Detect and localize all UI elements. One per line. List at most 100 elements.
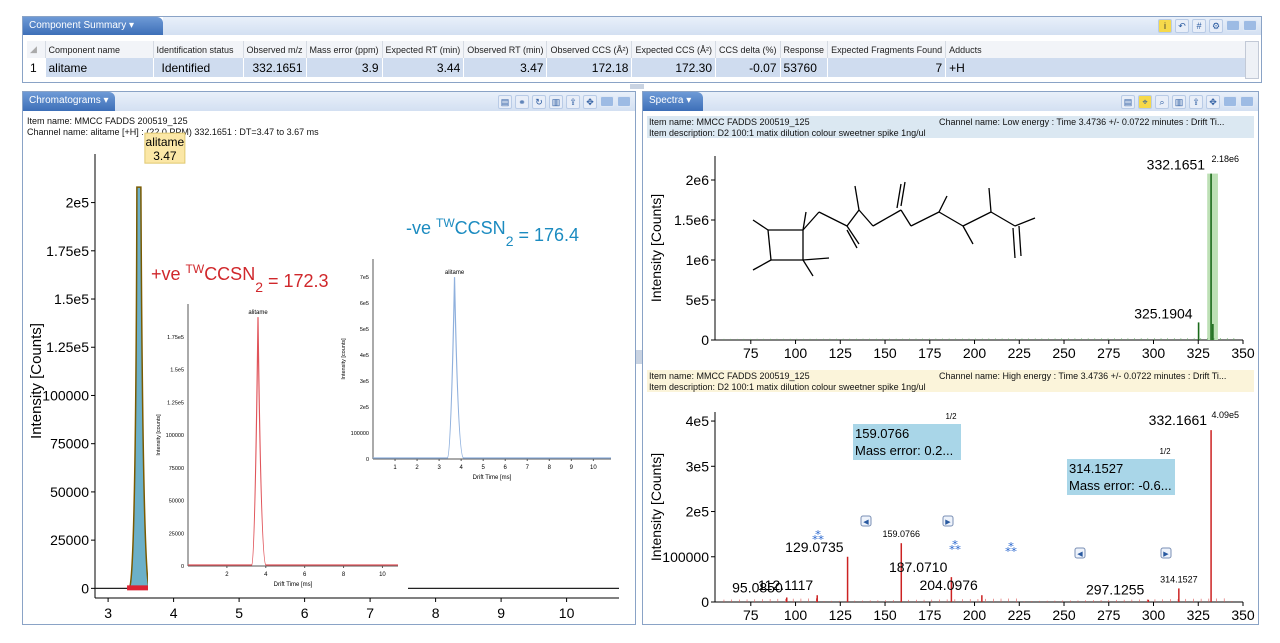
column-header[interactable]: Observed RT (min) — [463, 41, 548, 58]
bond — [846, 209, 860, 227]
component-summary-menu[interactable]: Component Summary ▾ — [29, 17, 134, 35]
column-header[interactable]: Expected RT (min) — [382, 41, 465, 58]
pane-splitter-handle[interactable] — [636, 350, 642, 364]
bond — [1014, 217, 1036, 227]
y-tick-label: 0 — [701, 332, 709, 348]
x-tick-label: 300 — [1142, 607, 1166, 623]
x-tick-label: 75 — [743, 345, 759, 361]
column-header[interactable]: Expected Fragments Found — [827, 41, 947, 58]
column-header[interactable]: Observed m/z — [243, 41, 307, 58]
column-header[interactable]: Adducts — [945, 41, 1247, 58]
maximize-button[interactable] — [1243, 20, 1257, 31]
cell-adducts: +H — [945, 58, 1247, 77]
bond — [962, 211, 992, 227]
bond — [802, 259, 814, 277]
fragment-mz: 314.1527 — [1069, 461, 1123, 476]
column-header[interactable]: Response — [780, 41, 829, 58]
bond — [1018, 225, 1022, 257]
zoom-icon[interactable]: ⌕ — [1155, 95, 1169, 109]
inset-x-tick-label: 10 — [379, 572, 386, 578]
column-header[interactable]: Mass error (ppm) — [306, 41, 383, 58]
y-tick-label: 50000 — [50, 484, 89, 500]
bond — [872, 209, 902, 227]
x-tick-label: 125 — [829, 607, 853, 623]
inset-x-tick-label: 10 — [590, 465, 597, 471]
column-header[interactable]: Component name — [45, 41, 154, 58]
inset-y-tick-label: 0 — [366, 457, 369, 463]
bond — [900, 181, 906, 207]
peak-label: 314.1527 — [1160, 574, 1198, 584]
hash-icon[interactable]: # — [1192, 19, 1206, 33]
integration-bar — [127, 585, 149, 591]
bond — [752, 219, 769, 231]
label-part: -ve — [406, 218, 436, 238]
spectra-pane: Spectra ▾ ▤ ⌖ ⌕ ▥ ⇪ ✥ Item name: MMCC FA… — [642, 91, 1259, 625]
component-summary-pane: Component Summary ▾ i ↶ # ⚙ ◢ Component n… — [22, 16, 1262, 83]
cell-name: alitame — [45, 58, 154, 77]
fragment-structure-icon: ⁂ — [949, 539, 961, 553]
column-header[interactable]: Observed CCS (Å²) — [546, 41, 633, 58]
max-intensity-label: 4.09e5 — [1211, 410, 1239, 420]
label-part: 2 — [506, 233, 514, 249]
move-icon[interactable]: ✥ — [583, 95, 597, 109]
cell-exp-ccs: 172.30 — [631, 58, 717, 77]
x-tick-label: 6 — [301, 605, 309, 621]
print-icon[interactable]: ▤ — [1121, 95, 1135, 109]
info-icon[interactable]: i — [1158, 19, 1172, 33]
inset-y-tick-label: 50000 — [169, 499, 184, 505]
minimize-button[interactable] — [1226, 20, 1240, 31]
maximize-button[interactable] — [617, 96, 631, 107]
y-tick-label: 1.5e6 — [674, 212, 709, 228]
pane-splitter-handle-top[interactable] — [630, 84, 644, 89]
chromatograms-titlebar: Chromatograms ▾ — [23, 92, 115, 111]
export-icon[interactable]: ⇪ — [566, 95, 580, 109]
inset-y-tick-label: 2e5 — [360, 405, 369, 411]
x-axis-label: Observed mass [m/z] — [913, 623, 1045, 624]
chromatogram-peak — [128, 186, 151, 590]
minimize-button[interactable] — [1223, 96, 1237, 107]
peak-rt-label: 3.47 — [153, 149, 177, 163]
bond — [767, 229, 772, 261]
x-tick-label: 8 — [432, 605, 440, 621]
x-tick-label: 350 — [1231, 607, 1255, 623]
low-energy-spectrum-chart: 0 5e5 1e6 1.5e6 2e6 75 100 125 150 175 200 225 250 27… — [648, 154, 1255, 361]
chromatograms-menu[interactable]: Chromatograms ▾ — [29, 92, 109, 110]
y-axis-label: Intensity [Counts] — [648, 453, 664, 561]
column-header[interactable]: Identification status — [153, 41, 244, 58]
table-row[interactable]: 1 alitame Identified 332.1651 3.9 3.44 3… — [27, 58, 1247, 77]
y-tick-label: 0 — [81, 580, 89, 596]
bond — [1012, 227, 1016, 259]
x-tick-label: 125 — [829, 345, 853, 361]
y-tick-label: 1.25e5 — [46, 339, 89, 355]
component-summary-toolbar — [163, 17, 1261, 35]
max-intensity-label: 2.18e6 — [1211, 154, 1239, 164]
y-axis-label: Intensity [Counts] — [648, 194, 664, 302]
x-tick-label: 225 — [1008, 607, 1032, 623]
column-header[interactable]: Expected CCS (Å²) — [631, 41, 717, 58]
vertical-scrollbar[interactable] — [1245, 41, 1259, 79]
y-tick-label: 2e5 — [686, 504, 710, 520]
cell-mass-error: 3.9 — [306, 58, 383, 77]
maximize-button[interactable] — [1240, 96, 1254, 107]
minimize-button[interactable] — [600, 96, 614, 107]
link-icon[interactable]: ⚭ — [515, 95, 529, 109]
peak-label: 325.1904 — [1134, 305, 1193, 321]
bond — [854, 185, 860, 211]
refresh-icon[interactable]: ↻ — [532, 95, 546, 109]
bar-chart-icon[interactable]: ▥ — [549, 95, 563, 109]
x-tick-label: 300 — [1142, 345, 1166, 361]
spectra-menu[interactable]: Spectra ▾ — [649, 92, 691, 110]
export-icon[interactable]: ⇪ — [1189, 95, 1203, 109]
x-tick-label: 150 — [873, 607, 897, 623]
print-icon[interactable]: ▤ — [498, 95, 512, 109]
column-header[interactable]: CCS delta (%) — [715, 41, 781, 58]
cursor-icon[interactable]: ⌖ — [1138, 95, 1152, 109]
component-table: ◢ Component name Identification status Obse… — [27, 41, 1247, 77]
bar-chart-icon[interactable]: ▥ — [1172, 95, 1186, 109]
move-icon[interactable]: ✥ — [1206, 95, 1220, 109]
settings-icon[interactable]: ⚙ — [1209, 19, 1223, 33]
undo-icon[interactable]: ↶ — [1175, 19, 1189, 33]
x-tick-label: 325 — [1187, 345, 1211, 361]
bond — [818, 211, 848, 227]
x-tick-label: 275 — [1097, 607, 1121, 623]
